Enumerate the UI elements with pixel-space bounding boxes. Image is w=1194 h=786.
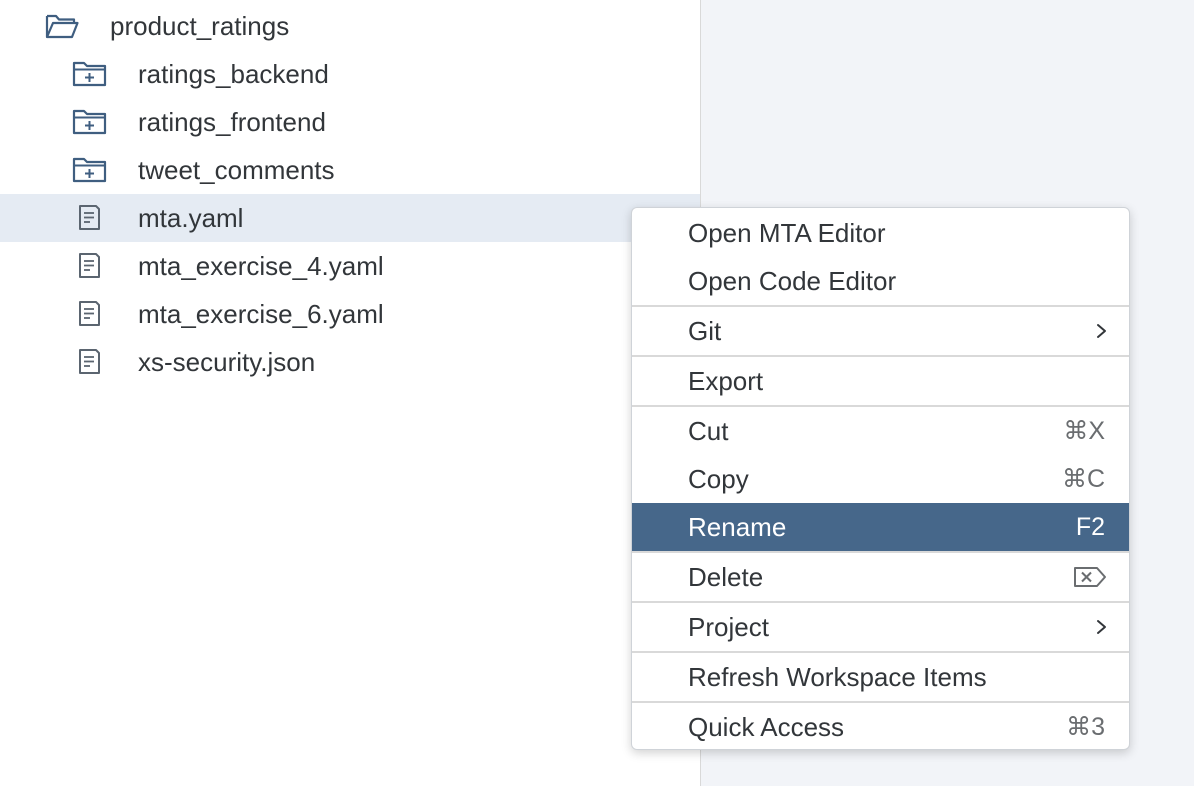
menu-item-label: Open Code Editor — [688, 266, 897, 296]
tree-item-label: mta_exercise_6.yaml — [138, 299, 384, 329]
tree-item-label: tweet_comments — [138, 155, 335, 185]
menu-item-label: Git — [688, 316, 722, 346]
file-icon — [76, 204, 112, 232]
context-menu: Open MTA Editor Open Code Editor Git Exp… — [631, 207, 1130, 750]
menu-item-shortcut: ⌘C — [1061, 465, 1105, 493]
menu-item-open-mta-editor[interactable]: Open MTA Editor — [632, 209, 1129, 257]
tree-item-product-ratings[interactable]: product_ratings — [0, 2, 700, 50]
tree-item-mta-exercise-6[interactable]: mta_exercise_6.yaml — [0, 290, 700, 338]
delete-key-icon — [1073, 566, 1107, 588]
menu-item-shortcut: ⌘X — [1063, 417, 1105, 445]
tree-item-xs-security[interactable]: xs-security.json — [0, 338, 700, 386]
tree-item-label: product_ratings — [110, 11, 290, 41]
file-icon — [76, 348, 112, 376]
menu-item-cut[interactable]: Cut ⌘X — [632, 407, 1129, 455]
menu-item-delete[interactable]: Delete — [632, 553, 1129, 601]
menu-item-label: Refresh Workspace Items — [688, 662, 987, 692]
menu-item-open-code-editor[interactable]: Open Code Editor — [632, 257, 1129, 305]
tree-item-label: ratings_frontend — [138, 107, 326, 137]
chevron-right-icon — [1095, 617, 1109, 637]
workspace-tree: product_ratings ratings_backend ratings_… — [0, 0, 701, 786]
file-icon — [76, 300, 112, 328]
tree-item-mta-yaml[interactable]: mta.yaml — [0, 194, 700, 242]
menu-item-export[interactable]: Export — [632, 357, 1129, 405]
module-folder-icon — [72, 60, 108, 88]
tree-item-label: xs-security.json — [138, 347, 316, 377]
menu-item-label: Cut — [688, 416, 729, 446]
menu-item-shortcut: ⌘3 — [1066, 713, 1105, 741]
menu-item-label: Export — [688, 366, 764, 396]
menu-item-quick-access[interactable]: Quick Access ⌘3 — [632, 703, 1129, 749]
menu-item-label: Copy — [688, 464, 749, 494]
menu-item-label: Rename — [688, 512, 787, 542]
tree-item-label: ratings_backend — [138, 59, 329, 89]
tree-item-ratings-frontend[interactable]: ratings_frontend — [0, 98, 700, 146]
menu-item-label: Open MTA Editor — [688, 218, 886, 248]
menu-item-project[interactable]: Project — [632, 603, 1129, 651]
menu-item-label: Project — [688, 612, 769, 642]
menu-item-rename[interactable]: Rename F2 — [632, 503, 1129, 551]
file-icon — [76, 252, 112, 280]
menu-item-shortcut: F2 — [1075, 513, 1105, 541]
menu-item-refresh-workspace[interactable]: Refresh Workspace Items — [632, 653, 1129, 701]
module-folder-icon — [72, 108, 108, 136]
tree-item-label: mta.yaml — [138, 203, 244, 233]
menu-item-label: Quick Access — [688, 712, 845, 742]
tree-item-mta-exercise-4[interactable]: mta_exercise_4.yaml — [0, 242, 700, 290]
menu-item-label: Delete — [688, 562, 764, 592]
chevron-right-icon — [1095, 321, 1109, 341]
menu-item-git[interactable]: Git — [632, 307, 1129, 355]
tree-item-ratings-backend[interactable]: ratings_backend — [0, 50, 700, 98]
menu-item-copy[interactable]: Copy ⌘C — [632, 455, 1129, 503]
folder-open-icon — [44, 12, 80, 40]
tree-item-label: mta_exercise_4.yaml — [138, 251, 384, 281]
module-folder-icon — [72, 156, 108, 184]
tree-item-tweet-comments[interactable]: tweet_comments — [0, 146, 700, 194]
